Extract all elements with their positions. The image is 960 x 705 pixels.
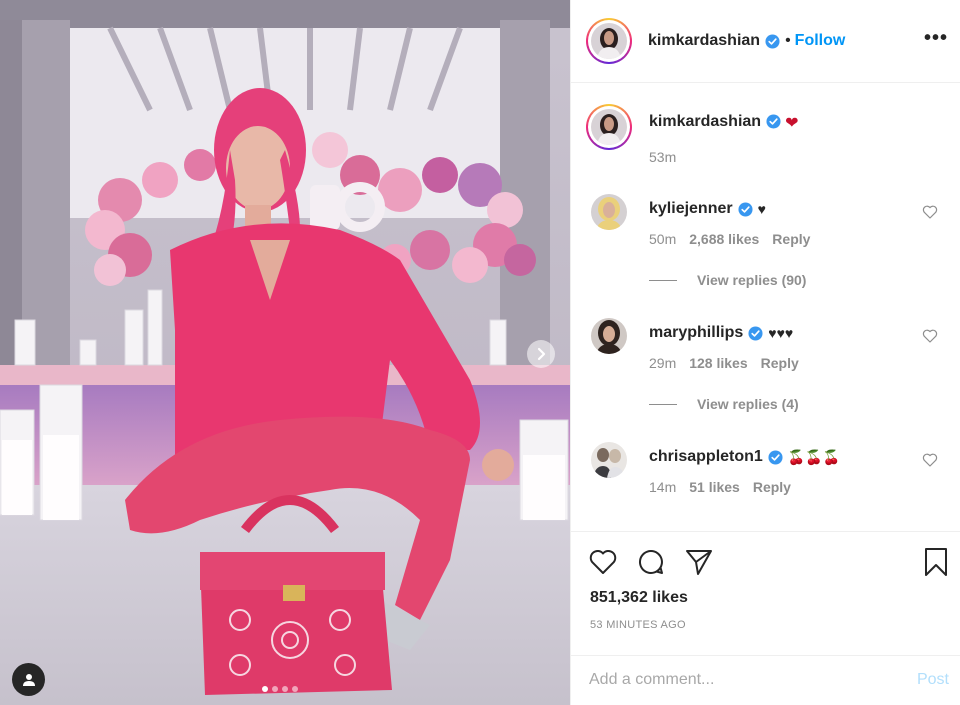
paper-plane-icon[interactable] xyxy=(684,547,714,577)
carousel-dot-active xyxy=(262,686,268,692)
author-avatar[interactable] xyxy=(586,18,632,64)
post-timestamp[interactable]: 53 MINUTES AGO xyxy=(590,619,686,631)
replies-divider xyxy=(649,403,677,405)
carousel-dot xyxy=(272,686,278,692)
comment-item: chrisappleton1 🍒🍒🍒 14m 51 likes Reply xyxy=(591,442,946,531)
more-options-icon[interactable]: ••• xyxy=(924,28,948,48)
verified-badge-icon xyxy=(768,449,783,465)
commenter-avatar[interactable] xyxy=(591,318,627,354)
carousel-dot xyxy=(292,686,298,692)
comment-item: kyliejenner ♥ 50m 2,688 likes Reply View r… xyxy=(591,194,946,294)
carousel-next-button[interactable] xyxy=(527,340,555,368)
user-tag-icon xyxy=(22,673,35,686)
heart-outline-icon[interactable] xyxy=(588,547,618,577)
caption-text: ❤ xyxy=(785,115,799,132)
comment-time[interactable]: 29m xyxy=(649,355,676,371)
bookmark-icon[interactable] xyxy=(921,547,951,577)
post-caption: kimkardashian ❤ xyxy=(586,104,798,150)
commenter-username[interactable]: maryphillips xyxy=(649,324,743,342)
chevron-right-icon xyxy=(537,347,546,361)
caption-avatar[interactable] xyxy=(586,104,632,150)
post-header: kimkardashian • Follow ••• xyxy=(571,0,960,83)
post-photo xyxy=(0,0,570,705)
carousel-indicator xyxy=(262,686,298,692)
view-replies-label: View replies (90) xyxy=(697,272,807,288)
comment-text: 🍒🍒🍒 xyxy=(787,448,841,465)
view-replies-button[interactable]: View replies (90) xyxy=(649,272,806,288)
commenter-username[interactable]: kyliejenner xyxy=(649,200,733,218)
comment-likes[interactable]: 2,688 likes xyxy=(689,231,759,247)
photo-scene xyxy=(0,0,570,705)
verified-badge-icon xyxy=(766,114,781,129)
post-actions: 851,362 likes 53 MINUTES AGO xyxy=(571,531,960,641)
comment-bubble-icon[interactable] xyxy=(636,547,666,577)
caption-username[interactable]: kimkardashian xyxy=(649,113,761,131)
view-replies-button[interactable]: View replies (4) xyxy=(649,396,799,412)
commenter-username[interactable]: chrisappleton1 xyxy=(649,448,763,466)
post-comment-button[interactable]: Post xyxy=(917,671,949,689)
heart-outline-icon[interactable] xyxy=(922,452,938,468)
heart-outline-icon[interactable] xyxy=(922,328,938,344)
comment-likes[interactable]: 51 likes xyxy=(689,479,740,495)
avatar-image xyxy=(591,23,627,59)
caption-timestamp[interactable]: 53m xyxy=(649,149,676,165)
commenter-avatar[interactable] xyxy=(591,442,627,478)
author-username[interactable]: kimkardashian xyxy=(648,32,760,50)
comment-input[interactable] xyxy=(589,668,899,692)
comment-item: maryphillips ♥♥♥ 29m 128 likes Reply View … xyxy=(591,318,946,418)
user-tag-button[interactable] xyxy=(12,663,45,696)
carousel-dot xyxy=(282,686,288,692)
verified-badge-icon xyxy=(748,325,763,341)
likes-count[interactable]: 851,362 likes xyxy=(590,589,688,607)
comment-time[interactable]: 14m xyxy=(649,479,676,495)
heart-outline-icon[interactable] xyxy=(922,204,938,220)
commenter-avatar[interactable] xyxy=(591,194,627,230)
verified-badge-icon xyxy=(765,33,780,49)
view-replies-label: View replies (4) xyxy=(697,396,799,412)
comment-meta: 14m 51 likes Reply xyxy=(649,479,804,495)
post-side-panel: kimkardashian • Follow ••• kimkardashian… xyxy=(570,0,960,705)
comment-meta: 29m 128 likes Reply xyxy=(649,355,812,371)
comment-text: ♥♥♥ xyxy=(768,325,794,341)
add-comment-bar: Post xyxy=(571,655,960,705)
reply-button[interactable]: Reply xyxy=(761,355,799,371)
follow-button[interactable]: Follow xyxy=(795,32,846,50)
comment-time[interactable]: 50m xyxy=(649,231,676,247)
reply-button[interactable]: Reply xyxy=(772,231,810,247)
comment-meta: 50m 2,688 likes Reply xyxy=(649,231,823,247)
replies-divider xyxy=(649,279,677,281)
header-separator: • xyxy=(785,32,791,49)
comments-list[interactable]: kimkardashian ❤ 53m kyliejenner ♥ 50m 2,… xyxy=(571,84,960,531)
verified-badge-icon xyxy=(738,201,753,217)
comment-likes[interactable]: 128 likes xyxy=(689,355,747,371)
reply-button[interactable]: Reply xyxy=(753,479,791,495)
avatar-image xyxy=(591,109,627,145)
comment-text: ♥ xyxy=(757,201,766,217)
